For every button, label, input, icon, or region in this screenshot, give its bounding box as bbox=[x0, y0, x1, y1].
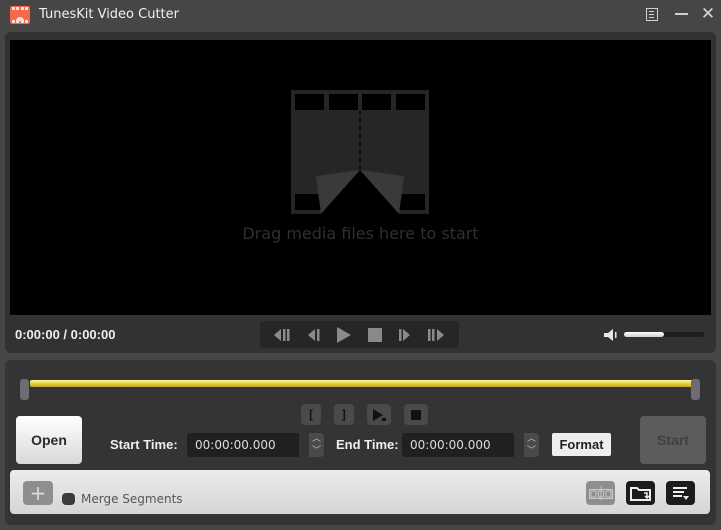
subtitle-edit-button[interactable] bbox=[586, 481, 615, 505]
video-drop-area[interactable]: Drag media files here to start bbox=[10, 40, 711, 315]
play-icon bbox=[337, 326, 352, 343]
merge-segments-checkbox[interactable] bbox=[62, 493, 75, 505]
plus-icon: + bbox=[29, 481, 47, 505]
timeline-selection bbox=[30, 380, 693, 387]
step-forward-icon bbox=[399, 328, 411, 341]
start-time-spinner[interactable]: ︿ ﹀ bbox=[309, 433, 324, 457]
task-list-icon bbox=[672, 487, 689, 500]
end-trim-handle[interactable] bbox=[691, 379, 700, 400]
subtitle-edit-icon bbox=[588, 486, 613, 500]
transport-controls bbox=[260, 321, 459, 348]
merge-segments-label: Merge Segments bbox=[81, 492, 183, 506]
previous-segment-button[interactable] bbox=[272, 326, 294, 344]
set-end-button[interactable]: ] bbox=[334, 404, 354, 425]
stop-button[interactable] bbox=[364, 326, 386, 344]
end-time-spinner[interactable]: ︿ ﹀ bbox=[524, 433, 539, 457]
drop-hint: Drag media files here to start bbox=[242, 224, 479, 243]
chevron-down-icon[interactable]: ﹀ bbox=[309, 445, 324, 457]
minimize-button[interactable] bbox=[670, 4, 692, 24]
previous-frame-button[interactable] bbox=[303, 326, 325, 344]
stop-segment-button[interactable] bbox=[404, 404, 428, 425]
stop-segment-icon bbox=[411, 409, 421, 420]
film-strip-icon bbox=[291, 90, 429, 214]
add-segment-button[interactable]: + bbox=[23, 481, 53, 505]
volume-level bbox=[624, 332, 664, 337]
end-time-input[interactable] bbox=[402, 433, 514, 457]
play-segment-button[interactable] bbox=[367, 404, 391, 425]
next-segment-button[interactable] bbox=[425, 326, 447, 344]
start-time-input[interactable] bbox=[187, 433, 299, 457]
play-button[interactable] bbox=[333, 326, 355, 344]
output-folder-icon bbox=[629, 487, 651, 501]
bracket-left-icon: [ bbox=[307, 407, 315, 422]
format-button[interactable]: Format bbox=[552, 433, 611, 456]
menu-icon bbox=[646, 7, 658, 21]
bracket-right-icon: ] bbox=[340, 407, 348, 422]
chevron-down-icon[interactable]: ﹀ bbox=[524, 445, 539, 457]
close-icon: ✕ bbox=[700, 4, 716, 24]
title-bar: TunesKit Video Cutter ✕ bbox=[0, 0, 721, 30]
output-folder-button[interactable] bbox=[626, 481, 655, 505]
play-segment-icon bbox=[373, 408, 386, 421]
start-trim-handle[interactable] bbox=[20, 379, 29, 400]
chevron-up-icon[interactable]: ︿ bbox=[309, 433, 324, 445]
task-list-button[interactable] bbox=[666, 481, 695, 505]
start-button[interactable]: Start bbox=[640, 416, 706, 464]
skip-back-icon bbox=[274, 328, 290, 341]
next-frame-button[interactable] bbox=[394, 326, 416, 344]
window-title: TunesKit Video Cutter bbox=[39, 7, 179, 22]
step-back-icon bbox=[307, 328, 320, 341]
minimize-icon bbox=[674, 13, 688, 15]
end-time-label: End Time: bbox=[336, 437, 399, 452]
open-button[interactable]: Open bbox=[16, 416, 82, 464]
chevron-up-icon[interactable]: ︿ bbox=[524, 433, 539, 445]
app-logo-icon bbox=[10, 6, 30, 24]
stop-icon bbox=[367, 327, 382, 342]
menu-button[interactable] bbox=[641, 4, 663, 24]
time-readout: 0:00:00 / 0:00:00 bbox=[15, 327, 116, 342]
close-button[interactable]: ✕ bbox=[697, 4, 719, 24]
start-time-label: Start Time: bbox=[110, 437, 178, 452]
volume-slider[interactable] bbox=[624, 332, 704, 337]
volume-icon[interactable] bbox=[604, 328, 620, 342]
skip-forward-icon bbox=[427, 328, 444, 341]
timeline[interactable] bbox=[20, 379, 702, 401]
set-start-button[interactable]: [ bbox=[301, 404, 321, 425]
